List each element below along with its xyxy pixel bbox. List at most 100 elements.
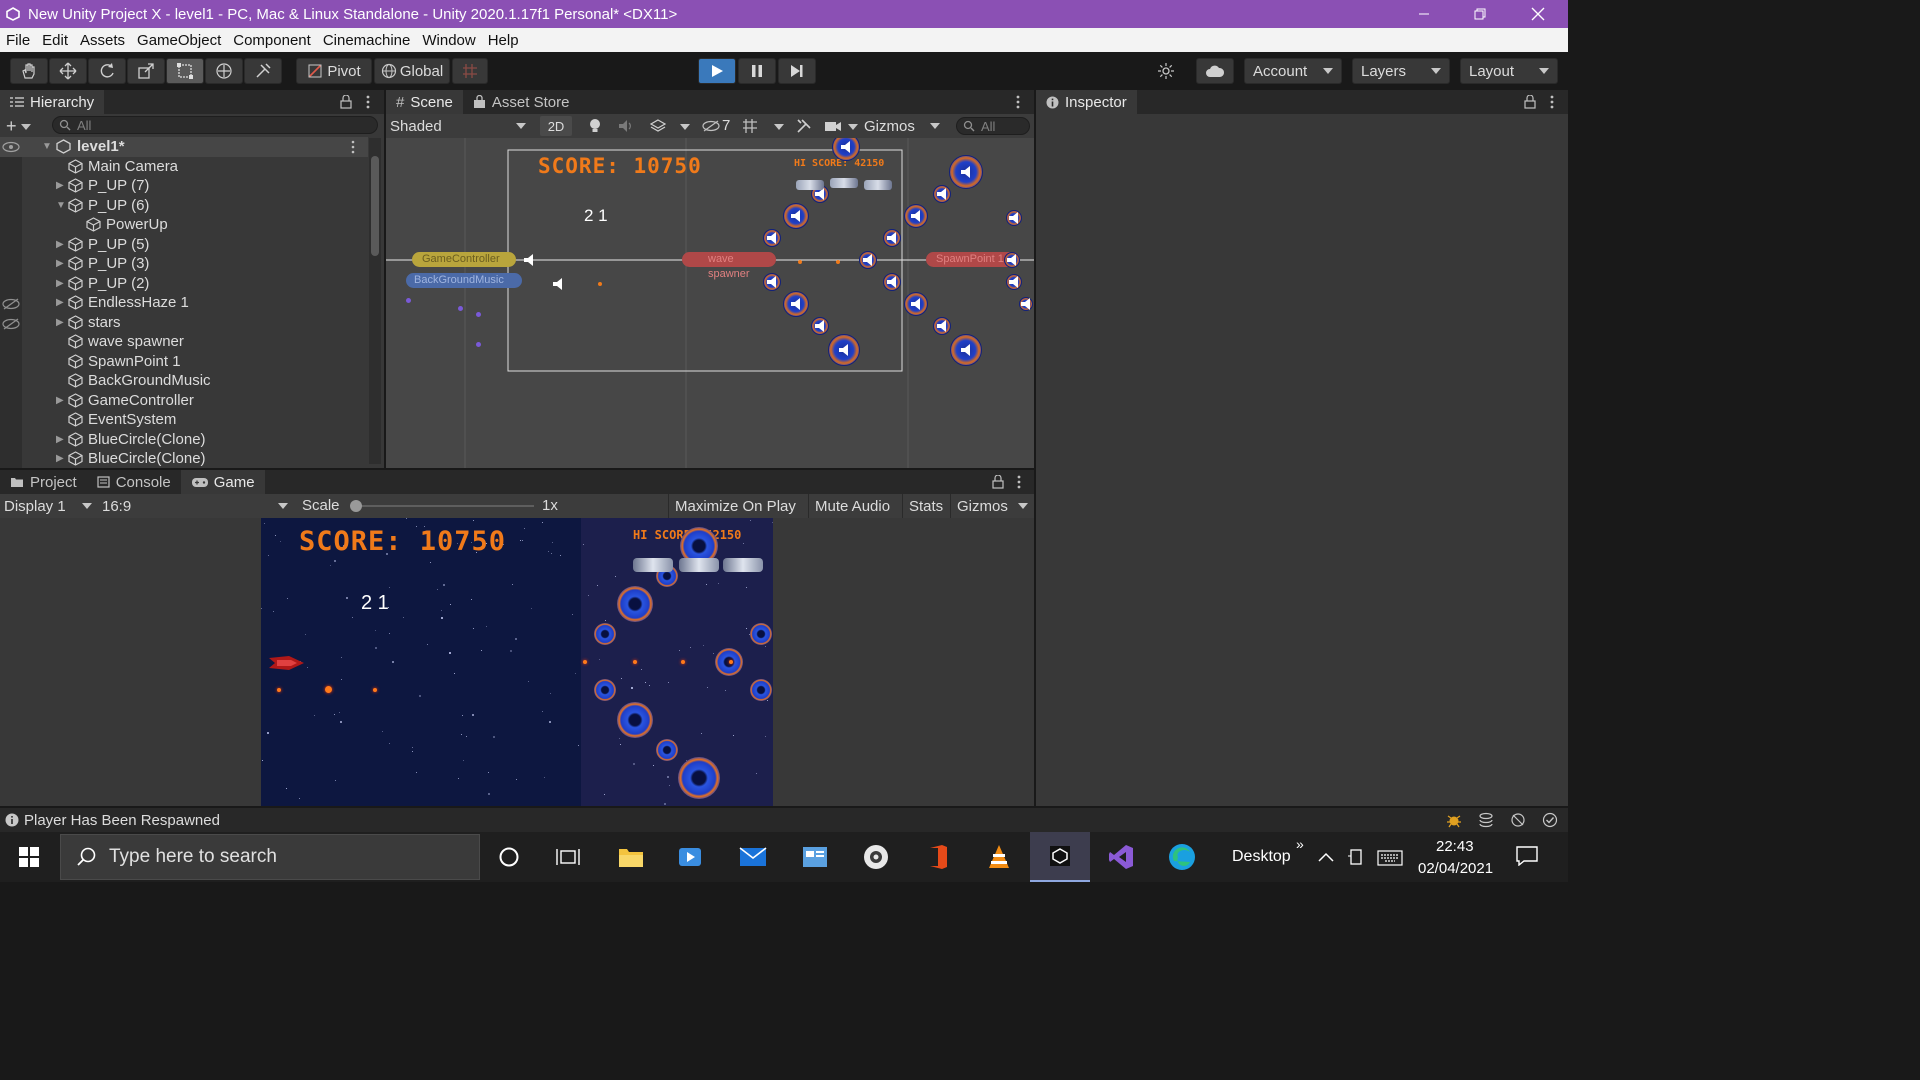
hierarchy-item[interactable]: SpawnPoint 1 (0, 352, 368, 372)
layout-dropdown[interactable]: Layout (1460, 58, 1558, 84)
hand-tool-button[interactable] (10, 58, 48, 84)
step-button[interactable] (778, 58, 816, 84)
scene-gizmos-dropdown[interactable]: Gizmos (864, 116, 944, 136)
control-panel-button[interactable] (798, 840, 832, 874)
scene-root-row[interactable]: ▼ level1* (0, 137, 368, 157)
scene-viewport[interactable]: SCORE: 10750 HI SCORE: 42150 2 1 GameCon… (386, 138, 1034, 468)
kebab-menu-icon[interactable] (1016, 95, 1020, 109)
scale-tool-button[interactable] (127, 58, 165, 84)
fold-right-icon[interactable]: ▶ (56, 239, 68, 250)
grid-snap-button[interactable] (452, 58, 488, 84)
hierarchy-scrollbar[interactable] (369, 138, 381, 464)
hierarchy-item[interactable]: Main Camera (0, 157, 368, 177)
cortana-button[interactable] (492, 840, 526, 874)
audio-icon[interactable] (618, 119, 634, 133)
fold-right-icon[interactable]: ▶ (56, 278, 68, 289)
wave-spawner-label[interactable]: wave spawner (682, 252, 776, 280)
fold-down-icon[interactable]: ▼ (56, 200, 68, 211)
rect-tool-button[interactable] (166, 58, 204, 84)
2d-mode-toggle[interactable]: 2D (540, 116, 572, 136)
fold-right-icon[interactable]: ▶ (56, 258, 68, 269)
fold-down-icon[interactable]: ▼ (42, 141, 54, 152)
lock-icon[interactable] (992, 475, 1004, 489)
tab-project[interactable]: Project (0, 470, 87, 494)
hierarchy-item[interactable]: ▶ stars (0, 313, 368, 333)
gamecontroller-label[interactable]: GameController (412, 252, 516, 267)
bug-icon[interactable] (1446, 812, 1462, 828)
pivot-toggle-button[interactable]: Pivot (296, 58, 372, 84)
stats-toggle[interactable]: Stats (902, 494, 949, 518)
clock-date[interactable]: 02/04/2021 (1418, 860, 1493, 877)
menu-gameobject[interactable]: GameObject (131, 32, 227, 49)
hierarchy-item[interactable]: ▶ EndlessHaze 1 (0, 293, 368, 313)
hierarchy-item[interactable]: ▶ P_UP (7) (0, 176, 368, 196)
lock-icon[interactable] (1524, 95, 1536, 109)
display-dropdown[interactable]: Display 1 (4, 496, 96, 516)
media-player-button[interactable] (859, 840, 893, 874)
tab-scene[interactable]: # Scene (386, 90, 463, 114)
global-toggle-button[interactable]: Global (374, 58, 450, 84)
hierarchy-search-input[interactable]: All (52, 116, 378, 134)
shading-mode-dropdown[interactable]: Shaded (390, 116, 532, 136)
menu-assets[interactable]: Assets (74, 32, 131, 49)
chevron-up-icon[interactable] (1318, 852, 1334, 862)
mail-button[interactable] (736, 840, 770, 874)
game-gizmos-dropdown[interactable]: Gizmos (950, 494, 1034, 518)
hierarchy-item[interactable]: PowerUp (0, 215, 368, 235)
keyboard-icon[interactable] (1377, 850, 1403, 866)
video-app-button[interactable] (673, 840, 707, 874)
tab-asset-store[interactable]: Asset Store (463, 90, 580, 114)
menu-window[interactable]: Window (416, 32, 481, 49)
rotate-tool-button[interactable] (88, 58, 126, 84)
fold-right-icon[interactable]: ▶ (56, 453, 68, 464)
fold-right-icon[interactable]: ▶ (56, 180, 68, 191)
hierarchy-item[interactable]: BackGroundMusic (0, 371, 368, 391)
hierarchy-item[interactable]: ▼ P_UP (6) (0, 196, 368, 216)
hierarchy-item[interactable]: ▶ BlueCircle(Clone) (0, 430, 368, 450)
fold-right-icon[interactable]: ▶ (56, 434, 68, 445)
hierarchy-item[interactable]: ▶ BlueCircle(Clone) (0, 449, 368, 469)
start-button[interactable] (12, 840, 46, 874)
aspect-dropdown[interactable]: 16:9 (102, 496, 292, 516)
scene-visibility-icon[interactable] (702, 119, 720, 133)
layers-stack-icon[interactable] (1478, 812, 1494, 828)
unity-taskbar-button[interactable] (1030, 832, 1090, 882)
move-tool-button[interactable] (49, 58, 87, 84)
close-window-button[interactable] (1510, 0, 1566, 28)
game-viewport[interactable]: SCORE: 10750 HI SCORE: 42150 2 1 (261, 518, 773, 806)
menu-component[interactable]: Component (227, 32, 317, 49)
effects-icon[interactable] (650, 119, 666, 133)
edge-button[interactable] (1165, 840, 1199, 874)
visual-studio-button[interactable] (1104, 840, 1138, 874)
play-button[interactable] (698, 58, 736, 84)
kebab-menu-icon[interactable] (351, 140, 355, 154)
hierarchy-item[interactable]: ▶ P_UP (3) (0, 254, 368, 274)
menu-file[interactable]: File (0, 32, 36, 49)
kebab-menu-icon[interactable] (366, 95, 370, 109)
layers-dropdown[interactable]: Layers (1352, 58, 1450, 84)
scale-slider-thumb[interactable] (350, 500, 362, 512)
camera-icon[interactable] (824, 120, 842, 132)
taskbar-search-box[interactable]: Type here to search (60, 834, 480, 880)
maximize-on-play-toggle[interactable]: Maximize On Play (668, 494, 802, 518)
lock-icon[interactable] (340, 95, 352, 109)
desktop-toolbar-label[interactable]: Desktop (1232, 848, 1291, 866)
menu-cinemachine[interactable]: Cinemachine (317, 32, 417, 49)
chevron-down-icon[interactable] (680, 124, 690, 130)
restore-button[interactable] (1452, 0, 1508, 28)
check-circle-icon[interactable] (1542, 812, 1558, 828)
fold-right-icon[interactable]: ▶ (56, 395, 68, 406)
task-view-button[interactable] (551, 840, 585, 874)
scene-search-input[interactable]: All (956, 117, 1030, 135)
fold-right-icon[interactable]: ▶ (56, 297, 68, 308)
scrollbar-thumb[interactable] (371, 156, 379, 256)
hierarchy-item[interactable]: wave spawner (0, 332, 368, 352)
device-icon[interactable] (1347, 848, 1365, 866)
account-dropdown[interactable]: Account (1244, 58, 1342, 84)
hierarchy-item[interactable]: ▶ P_UP (2) (0, 274, 368, 294)
fold-right-icon[interactable]: ▶ (56, 317, 68, 328)
minimize-button[interactable] (1396, 0, 1452, 28)
hierarchy-item[interactable]: ▶ P_UP (5) (0, 235, 368, 255)
custom-tool-button[interactable] (244, 58, 282, 84)
grid-icon[interactable] (742, 118, 758, 134)
